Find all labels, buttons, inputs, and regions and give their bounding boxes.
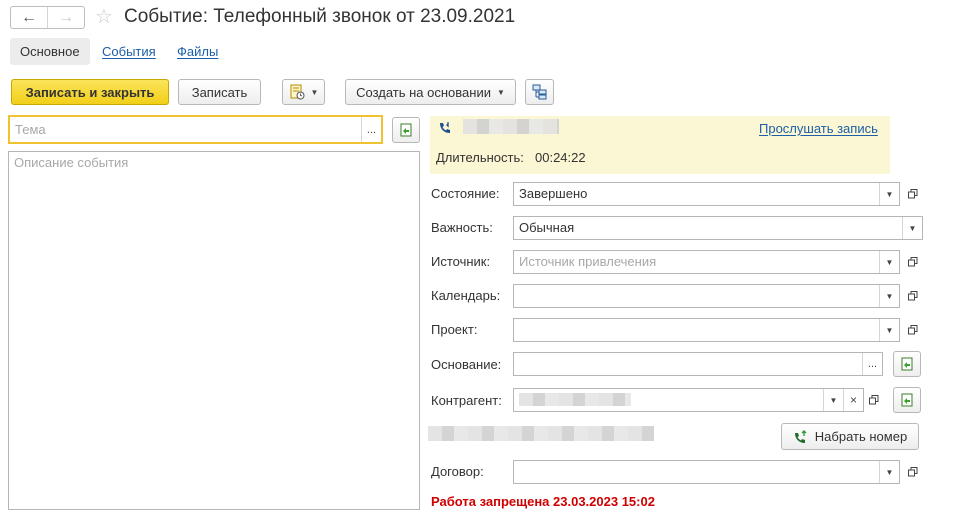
basis-field[interactable]: ...	[513, 352, 883, 376]
state-label: Состояние:	[431, 186, 500, 201]
open-icon	[908, 467, 918, 477]
dropdown-icon[interactable]: ▼	[823, 389, 843, 411]
save-button[interactable]: Записать	[178, 79, 261, 105]
clear-counterparty-button[interactable]: ×	[843, 389, 863, 411]
importance-value: Обычная	[519, 220, 575, 235]
description-placeholder: Описание события	[14, 155, 129, 170]
basis-label: Основание:	[431, 357, 502, 372]
project-value	[514, 319, 879, 341]
star-icon[interactable]: ☆	[95, 6, 113, 28]
calendar-value	[514, 285, 879, 307]
subject-input[interactable]: Тема	[10, 117, 361, 142]
open-icon	[908, 257, 918, 267]
basis-value	[514, 353, 862, 375]
counterparty-field[interactable]: ▼ ×	[513, 388, 864, 412]
description-textarea[interactable]: Описание события	[8, 151, 420, 510]
importance-label: Важность:	[431, 220, 493, 235]
phone-icon	[437, 120, 453, 139]
tab-files[interactable]: Файлы	[167, 38, 228, 65]
dropdown-icon[interactable]: ▼	[879, 251, 899, 273]
caller-number	[463, 119, 559, 134]
dropdown-icon: ▼	[310, 87, 319, 97]
project-label: Проект:	[431, 322, 478, 337]
project-field[interactable]: ▼	[513, 318, 900, 342]
create-new-icon	[901, 393, 913, 407]
duration-label: Длительность:	[436, 150, 524, 165]
contract-field[interactable]: ▼	[513, 460, 900, 484]
dropdown-icon: ▼	[496, 87, 505, 97]
dial-number-button[interactable]: Набрать номер	[781, 423, 919, 450]
contact-info-redacted	[428, 426, 654, 441]
contract-label: Договор:	[431, 464, 484, 479]
open-contract-button[interactable]	[903, 460, 923, 484]
source-label: Источник:	[431, 254, 491, 269]
dropdown-icon[interactable]: ▼	[879, 319, 899, 341]
counterparty-redacted	[519, 393, 631, 406]
create-subject-button[interactable]	[392, 117, 420, 143]
source-field[interactable]: Источник привлечения ▼	[513, 250, 900, 274]
open-calendar-button[interactable]	[903, 284, 923, 308]
importance-field[interactable]: Обычная ▼	[513, 216, 923, 240]
basis-choice-button[interactable]: ...	[862, 353, 882, 375]
subject-choice-button[interactable]: ...	[361, 117, 381, 142]
listen-recording-link[interactable]: Прослушать запись	[759, 121, 878, 136]
calendar-field[interactable]: ▼	[513, 284, 900, 308]
create-counterparty-button[interactable]	[893, 387, 921, 413]
back-arrow-icon: ←	[21, 8, 37, 26]
open-icon	[869, 395, 879, 405]
tab-main[interactable]: Основное	[10, 38, 90, 65]
duration-value: 00:24:22	[535, 150, 586, 165]
report-icon	[290, 84, 305, 100]
dropdown-icon[interactable]: ▼	[879, 183, 899, 205]
state-field[interactable]: Завершено ▼	[513, 182, 900, 206]
dropdown-icon[interactable]: ▼	[902, 217, 922, 239]
open-counterparty-button[interactable]	[864, 388, 884, 412]
open-source-button[interactable]	[903, 250, 923, 274]
work-forbidden-warning: Работа запрещена 23.03.2023 15:02	[431, 494, 655, 509]
calendar-label: Календарь:	[431, 288, 501, 303]
open-icon	[908, 189, 918, 199]
history-navigation: ← →	[10, 6, 85, 29]
page-title: Событие: Телефонный звонок от 23.09.2021	[124, 6, 516, 27]
tab-events[interactable]: События	[92, 38, 166, 65]
open-icon	[908, 325, 918, 335]
create-based-on-button[interactable]: Создать на основании ▼	[345, 79, 516, 105]
create-based-on-label: Создать на основании	[356, 84, 491, 100]
counterparty-value	[514, 389, 823, 411]
source-placeholder: Источник привлечения	[519, 254, 657, 269]
structure-icon	[532, 84, 546, 100]
subject-field[interactable]: Тема ...	[8, 115, 383, 144]
structure-button[interactable]	[525, 79, 554, 105]
report-menu-button[interactable]: ▼	[282, 79, 325, 105]
state-value: Завершено	[519, 186, 588, 201]
counterparty-label: Контрагент:	[431, 393, 502, 408]
dial-number-label: Набрать номер	[814, 429, 908, 444]
contract-value	[514, 461, 879, 483]
open-project-button[interactable]	[903, 318, 923, 342]
save-and-close-button[interactable]: Записать и закрыть	[11, 79, 169, 105]
dropdown-icon[interactable]: ▼	[879, 285, 899, 307]
create-new-icon	[901, 357, 913, 371]
back-button[interactable]: ←	[11, 7, 47, 28]
create-new-icon	[400, 123, 412, 137]
open-state-button[interactable]	[903, 182, 923, 206]
create-basis-button[interactable]	[893, 351, 921, 377]
forward-arrow-icon: →	[58, 8, 74, 26]
phone-dial-icon	[794, 429, 807, 443]
dropdown-icon[interactable]: ▼	[879, 461, 899, 483]
open-icon	[908, 291, 918, 301]
forward-button[interactable]: →	[47, 7, 84, 28]
